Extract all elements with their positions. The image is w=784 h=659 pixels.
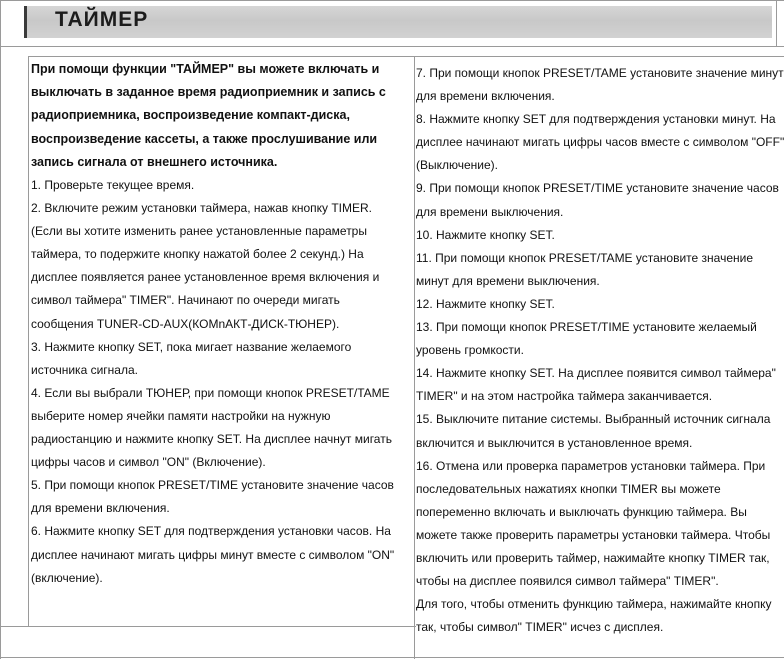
step-item: 2. Включите режим установки таймера, наж… bbox=[31, 201, 380, 331]
table-border-left bbox=[0, 0, 1, 659]
step-item: 9. При помощи кнопок PRESET/TIME установ… bbox=[416, 181, 779, 219]
step-item: 4. Если вы выбрали ТЮНЕР, при помощи кно… bbox=[31, 385, 392, 470]
right-column: 7. При помощи кнопок PRESET/TAME установ… bbox=[416, 62, 784, 639]
step-item: 14. Нажмите кнопку SET. На дисплее появи… bbox=[416, 366, 776, 404]
step-item: 3. Нажмите кнопку SET, пока мигает назва… bbox=[31, 339, 352, 377]
step-item: 8. Нажмите кнопку SET для подтверждения … bbox=[416, 112, 784, 173]
table-border-header-right bbox=[776, 0, 777, 46]
table-border-content-top bbox=[28, 56, 784, 57]
table-border-top bbox=[0, 0, 784, 1]
step-item: 1. Проверьте текущее время. bbox=[31, 178, 195, 193]
section-header-banner: ТАЙМЕР bbox=[24, 6, 772, 38]
table-border-inner-left bbox=[28, 56, 29, 626]
step-item: 10. Нажмите кнопку SET. bbox=[416, 227, 555, 242]
cancel-note: Для того, чтобы отменить функцию таймера… bbox=[416, 597, 772, 635]
step-item: 15. Выключите питание системы. Выбранный… bbox=[416, 412, 771, 450]
step-item: 13. При помощи кнопок PRESET/TIME устано… bbox=[416, 320, 757, 358]
intro-paragraph: При помощи функции "ТАЙМЕР" вы можете вк… bbox=[31, 62, 386, 169]
left-column: При помощи функции "ТАЙМЕР" вы можете вк… bbox=[31, 58, 397, 590]
step-item: 7. При помощи кнопок PRESET/TAME установ… bbox=[416, 66, 784, 104]
step-item: 12. Нажмите кнопку SET. bbox=[416, 296, 555, 311]
step-item: 16. Отмена или проверка параметров устан… bbox=[416, 458, 771, 589]
step-item: 11. При помощи кнопок PRESET/TAME устано… bbox=[416, 250, 754, 288]
table-border-header-bottom bbox=[0, 46, 784, 47]
step-item: 6. Нажмите кнопку SET для подтверждения … bbox=[31, 524, 395, 585]
step-item: 5. При помощи кнопок PRESET/TIME установ… bbox=[31, 478, 394, 516]
table-border-bottom bbox=[0, 657, 784, 658]
section-title: ТАЙМЕР bbox=[55, 8, 149, 31]
table-border-left-col-bottom bbox=[0, 626, 416, 627]
table-border-center bbox=[414, 56, 415, 659]
